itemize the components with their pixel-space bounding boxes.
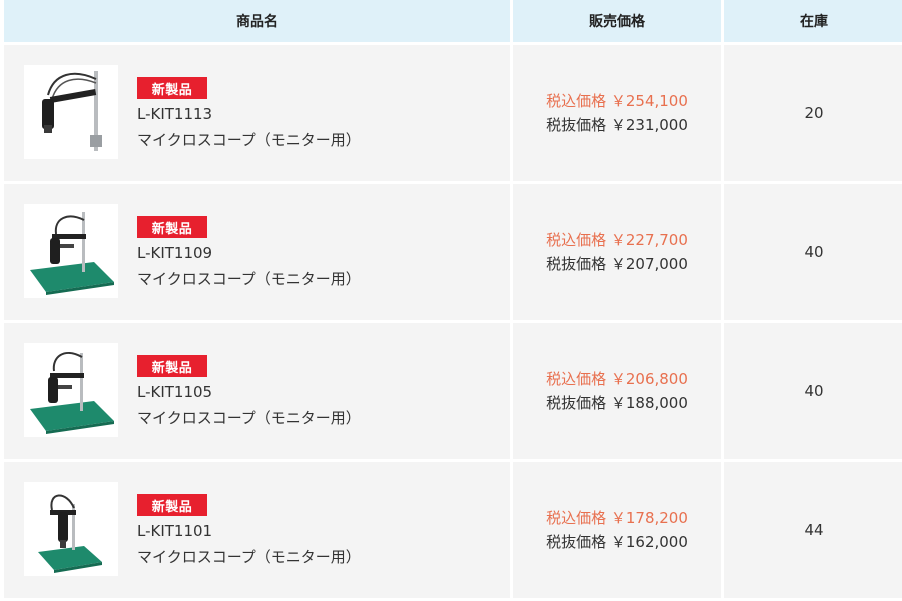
product-image[interactable] bbox=[24, 343, 118, 437]
product-code[interactable]: L-KIT1101 bbox=[137, 522, 212, 540]
header-price: 販売価格 bbox=[513, 0, 721, 42]
microscope-base-stand-image bbox=[30, 352, 114, 434]
price-tax-excluded: 税抜価格 ￥188,000 bbox=[546, 394, 688, 412]
microscope-base-stand-image bbox=[30, 212, 114, 295]
stock-cell: 44 bbox=[724, 462, 902, 598]
microscope-arm-stand-image bbox=[42, 71, 102, 151]
product-name[interactable]: マイクロスコープ（モニター用） bbox=[137, 407, 361, 428]
price-tax-included: 税込価格 ￥178,200 bbox=[546, 509, 688, 527]
price-cell: 税込価格 ￥178,200 税抜価格 ￥162,000 bbox=[513, 462, 721, 598]
product-cell: 新製品 L-KIT1101 マイクロスコープ（モニター用） bbox=[4, 462, 510, 598]
product-code[interactable]: L-KIT1109 bbox=[137, 244, 212, 262]
price-cell: 税込価格 ￥254,100 税抜価格 ￥231,000 bbox=[513, 45, 721, 181]
stock-cell: 20 bbox=[724, 45, 902, 181]
new-product-badge: 新製品 bbox=[137, 77, 207, 99]
product-cell: 新製品 L-KIT1113 マイクロスコープ（モニター用） bbox=[4, 45, 510, 181]
microscope-base-stand-image bbox=[38, 494, 102, 573]
product-image[interactable] bbox=[24, 204, 118, 298]
price-tax-included: 税込価格 ￥227,700 bbox=[546, 231, 688, 249]
price-tax-excluded: 税抜価格 ￥207,000 bbox=[546, 255, 688, 273]
price-tax-included: 税込価格 ￥206,800 bbox=[546, 370, 688, 388]
stock-cell: 40 bbox=[724, 323, 902, 459]
product-name[interactable]: マイクロスコープ（モニター用） bbox=[137, 546, 361, 567]
price-cell: 税込価格 ￥206,800 税抜価格 ￥188,000 bbox=[513, 323, 721, 459]
new-product-badge: 新製品 bbox=[137, 494, 207, 516]
product-name[interactable]: マイクロスコープ（モニター用） bbox=[137, 268, 361, 289]
price-tax-excluded: 税抜価格 ￥231,000 bbox=[546, 116, 688, 134]
price-tax-excluded: 税抜価格 ￥162,000 bbox=[546, 533, 688, 551]
product-cell: 新製品 L-KIT1105 マイクロスコープ（モニター用） bbox=[4, 323, 510, 459]
header-stock: 在庫 bbox=[724, 0, 902, 42]
header-product-name: 商品名 bbox=[4, 0, 510, 42]
product-image[interactable] bbox=[24, 65, 118, 159]
product-code[interactable]: L-KIT1105 bbox=[137, 383, 212, 401]
product-cell: 新製品 L-KIT1109 マイクロスコープ（モニター用） bbox=[4, 184, 510, 320]
price-cell: 税込価格 ￥227,700 税抜価格 ￥207,000 bbox=[513, 184, 721, 320]
stock-cell: 40 bbox=[724, 184, 902, 320]
product-image[interactable] bbox=[24, 482, 118, 576]
new-product-badge: 新製品 bbox=[137, 216, 207, 238]
new-product-badge: 新製品 bbox=[137, 355, 207, 377]
product-table: 商品名 販売価格 在庫 新製品 L-KIT1113 マイクロスコープ（モニター用… bbox=[4, 0, 902, 598]
price-tax-included: 税込価格 ￥254,100 bbox=[546, 92, 688, 110]
product-code[interactable]: L-KIT1113 bbox=[137, 105, 212, 123]
product-name[interactable]: マイクロスコープ（モニター用） bbox=[137, 129, 361, 150]
